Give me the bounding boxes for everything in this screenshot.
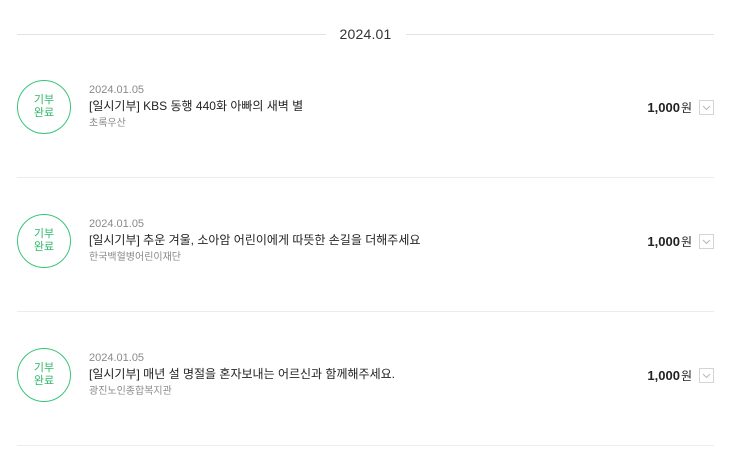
expand-toggle-button[interactable] <box>699 368 714 383</box>
donation-amount-area: 1,000 원 <box>647 99 714 116</box>
amount-unit: 원 <box>680 101 692 115</box>
donation-item: 기부 완료 2024.01.05 [일시기부] 추운 겨울, 소아암 어린이에게… <box>17 178 714 312</box>
chevron-down-icon <box>702 239 711 244</box>
donation-info: 2024.01.05 [일시기부] KBS 동행 440화 아빠의 새벽 별 초… <box>89 83 594 131</box>
donation-item: 기부 완료 2024.01.05 [일시기부] KBS 동행 440화 아빠의 … <box>17 44 714 178</box>
status-badge-line2: 완료 <box>33 241 55 253</box>
status-badge: 기부 완료 <box>17 80 71 134</box>
donation-amount: 1,000 <box>647 100 680 115</box>
donation-title[interactable]: [일시기부] KBS 동행 440화 아빠의 새벽 별 <box>89 98 594 115</box>
donation-organization: 초록우산 <box>89 118 126 129</box>
donation-date: 2024.01.05 <box>89 84 145 96</box>
donation-amount: 1,000 <box>647 234 680 249</box>
status-badge-line2: 완료 <box>33 375 55 387</box>
expand-toggle-button[interactable] <box>699 234 714 249</box>
donation-date: 2024.01.05 <box>89 218 145 230</box>
status-badge-line1: 기부 <box>33 94 55 106</box>
amount-unit: 원 <box>680 235 692 249</box>
donation-list: 기부 완료 2024.01.05 [일시기부] KBS 동행 440화 아빠의 … <box>17 44 714 446</box>
month-divider: 2024.01 <box>17 22 715 46</box>
status-badge: 기부 완료 <box>17 214 71 268</box>
donation-info: 2024.01.05 [일시기부] 추운 겨울, 소아암 어린이에게 따뜻한 손… <box>89 217 594 265</box>
status-badge: 기부 완료 <box>17 348 71 402</box>
chevron-down-icon <box>702 373 711 378</box>
donation-amount-area: 1,000 원 <box>647 233 714 250</box>
donation-amount: 1,000 <box>647 368 680 383</box>
donation-amount-area: 1,000 원 <box>647 367 714 384</box>
donation-title[interactable]: [일시기부] 매년 설 명절을 혼자보내는 어르신과 함께해주세요. <box>89 366 594 383</box>
expand-toggle-button[interactable] <box>699 100 714 115</box>
divider-line-right <box>405 33 715 35</box>
month-label: 2024.01 <box>339 26 392 42</box>
donation-title[interactable]: [일시기부] 추운 겨울, 소아암 어린이에게 따뜻한 손길을 더해주세요 <box>89 232 594 249</box>
status-badge-line1: 기부 <box>33 362 55 374</box>
donation-organization: 광진노인종합복지관 <box>89 386 172 397</box>
donation-organization: 한국백혈병어린이재단 <box>89 252 181 263</box>
donation-date: 2024.01.05 <box>89 352 145 364</box>
status-badge-line1: 기부 <box>33 228 55 240</box>
status-badge-line2: 완료 <box>33 107 55 119</box>
donation-info: 2024.01.05 [일시기부] 매년 설 명절을 혼자보내는 어르신과 함께… <box>89 351 594 399</box>
amount-unit: 원 <box>680 369 692 383</box>
divider-line-left <box>17 33 326 35</box>
chevron-down-icon <box>702 105 711 110</box>
donation-item: 기부 완료 2024.01.05 [일시기부] 매년 설 명절을 혼자보내는 어… <box>17 312 714 446</box>
